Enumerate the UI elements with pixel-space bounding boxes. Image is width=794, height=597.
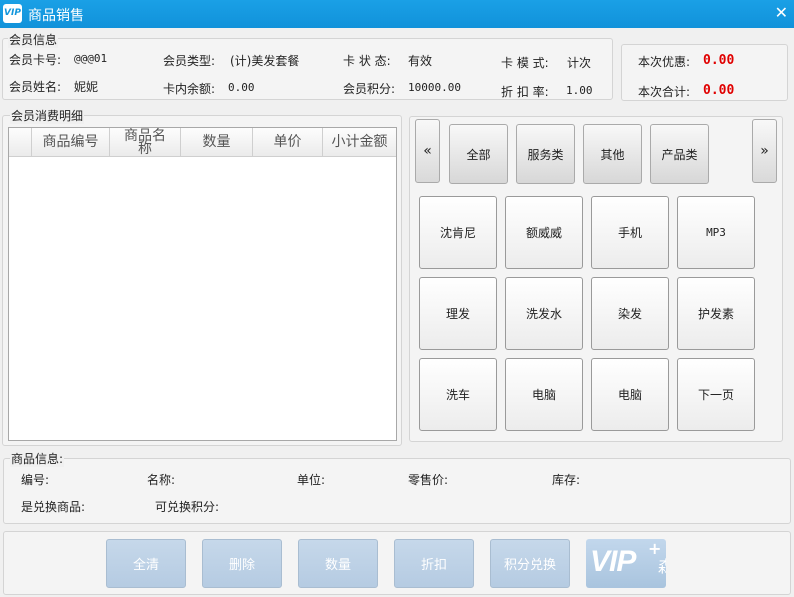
category-label: 全部 [466, 147, 491, 162]
category-service-button[interactable]: 服务类 [516, 124, 575, 184]
product-label: 护发素 [697, 307, 734, 321]
vip-brand-logo: VIP + 森 [586, 539, 666, 588]
quantity-button[interactable]: 数量 [298, 539, 378, 588]
detail-legend: 会员消费明细 [10, 107, 85, 124]
column-header-name[interactable]: 商品名称 [110, 128, 181, 157]
product-button[interactable]: 沈肯尼 [419, 196, 497, 269]
product-stock-label: 库存: [552, 473, 581, 487]
title-bar: VIP 商品销售 ✕ [0, 0, 794, 28]
product-label: 洗车 [445, 388, 470, 402]
next-page-label: 下一页 [697, 388, 734, 402]
clear-all-label: 全清 [132, 558, 159, 573]
product-button[interactable]: 电脑 [505, 358, 583, 431]
product-label: 电脑 [617, 388, 642, 402]
product-unit-label: 单位: [297, 473, 326, 487]
product-label: 电脑 [531, 388, 556, 402]
product-label: 额威威 [525, 226, 562, 240]
product-code-label: 编号: [21, 473, 50, 487]
category-other-button[interactable]: 其他 [583, 124, 642, 184]
points-exchange-button[interactable]: 积分兑换 [490, 539, 570, 588]
vip-logo-partial-text: 森 [658, 553, 666, 577]
window-title: 商品销售 [28, 8, 84, 24]
this-total-value: 0.00 [703, 83, 735, 98]
product-button[interactable]: 染发 [591, 277, 669, 350]
product-button[interactable]: MP3 [677, 196, 755, 269]
product-info-group [3, 458, 791, 524]
card-status-value: 有效 [408, 54, 433, 68]
product-info-legend: 商品信息: [10, 450, 65, 467]
column-header-price[interactable]: 单价 [253, 128, 323, 157]
product-label: 沈肯尼 [439, 226, 476, 240]
next-category-button[interactable]: » [752, 119, 777, 183]
this-discount-value: 0.00 [703, 53, 735, 68]
member-name-label: 会员姓名: [9, 80, 62, 94]
product-button[interactable]: 理发 [419, 277, 497, 350]
points-value: 10000.00 [408, 81, 461, 94]
product-price-label: 零售价: [408, 473, 449, 487]
balance-value: 0.00 [228, 81, 255, 94]
card-mode-value: 计次 [567, 56, 592, 70]
this-discount-label: 本次优惠: [638, 55, 691, 69]
category-label: 产品类 [661, 147, 698, 162]
column-header-subtotal[interactable]: 小计金额 [323, 128, 396, 157]
discount-button[interactable]: 折扣 [394, 539, 474, 588]
card-status-label: 卡 状 态: [343, 54, 391, 68]
close-icon[interactable]: ✕ [775, 3, 788, 22]
next-category-label: » [760, 143, 769, 159]
product-button[interactable]: 护发素 [677, 277, 755, 350]
category-label: 其他 [600, 147, 625, 162]
product-label: MP3 [706, 226, 726, 239]
table-header: 商品编号 商品名称 数量 单价 小计金额 [9, 128, 396, 157]
member-info-legend: 会员信息 [8, 31, 59, 48]
product-button[interactable]: 洗车 [419, 358, 497, 431]
member-type-value: (计)美发套餐 [230, 54, 300, 68]
discount-label: 折扣 [420, 558, 447, 573]
prev-category-button[interactable]: « [415, 119, 440, 183]
product-name-label: 名称: [147, 473, 176, 487]
quantity-label: 数量 [324, 558, 351, 573]
column-header-code[interactable]: 商品编号 [32, 128, 110, 157]
product-label: 染发 [617, 307, 642, 321]
product-button[interactable]: 手机 [591, 196, 669, 269]
column-header-qty[interactable]: 数量 [181, 128, 253, 157]
product-label: 理发 [445, 307, 470, 321]
exchange-product-label: 是兑换商品: [21, 500, 86, 514]
clear-all-button[interactable]: 全清 [106, 539, 186, 588]
points-exchange-label: 积分兑换 [503, 558, 556, 573]
discount-rate-label: 折 扣 率: [501, 85, 549, 99]
member-name-value: 妮妮 [74, 80, 99, 94]
balance-label: 卡内余额: [163, 82, 216, 96]
product-label: 洗发水 [525, 307, 562, 321]
app-logo-icon: VIP [3, 4, 22, 23]
product-button[interactable]: 洗发水 [505, 277, 583, 350]
category-label: 服务类 [527, 147, 564, 162]
card-no-label: 会员卡号: [9, 53, 62, 67]
prev-category-label: « [423, 143, 432, 159]
detail-table[interactable]: 商品编号 商品名称 数量 单价 小计金额 [8, 127, 397, 441]
vip-logo-text: VIP [590, 545, 636, 578]
points-label: 会员积分: [343, 82, 396, 96]
row-header-cell [9, 128, 32, 157]
product-button[interactable]: 电脑 [591, 358, 669, 431]
next-page-button[interactable]: 下一页 [677, 358, 755, 431]
discount-rate-value: 1.00 [566, 84, 593, 97]
product-label: 手机 [617, 226, 642, 240]
exchange-points-label: 可兑换积分: [155, 500, 220, 514]
category-all-button[interactable]: 全部 [449, 124, 508, 184]
card-no-value: @@@01 [74, 52, 108, 65]
product-button[interactable]: 额威威 [505, 196, 583, 269]
category-product-button[interactable]: 产品类 [650, 124, 709, 184]
delete-button[interactable]: 删除 [202, 539, 282, 588]
card-mode-label: 卡 模 式: [501, 56, 549, 70]
member-type-label: 会员类型: [163, 54, 216, 68]
this-total-label: 本次合计: [638, 85, 691, 99]
delete-label: 删除 [228, 558, 255, 573]
